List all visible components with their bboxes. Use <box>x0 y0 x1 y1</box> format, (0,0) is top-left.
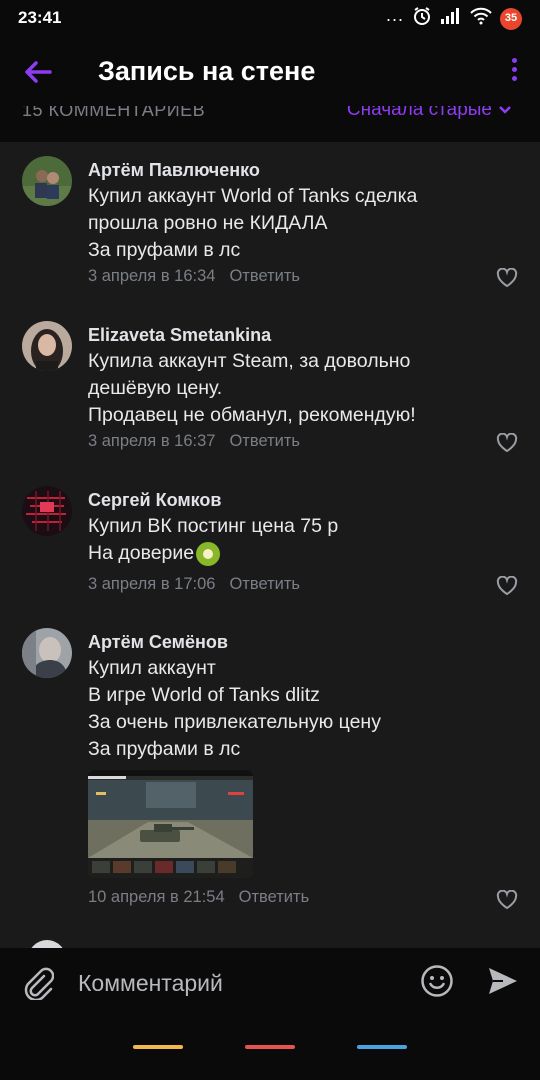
comment-date: 3 апреля в 16:37 <box>88 432 216 450</box>
comment-date: 3 апреля в 17:06 <box>88 575 216 593</box>
comment-author[interactable]: Артём Семёнов <box>88 632 228 653</box>
reply-button[interactable]: Ответить <box>239 888 310 906</box>
comment-meta: 3 апреля в 17:06 Ответить <box>88 575 300 594</box>
status-time: 23:41 <box>18 8 62 27</box>
more-vertical-icon[interactable] <box>510 58 518 86</box>
like-heart-icon[interactable] <box>496 267 518 288</box>
like-heart-icon[interactable] <box>496 889 518 910</box>
avatar[interactable] <box>28 940 66 948</box>
status-icons: ... 35 <box>385 5 522 31</box>
comment-text: Купил аккаунт World of Tanks сделка прош… <box>88 185 418 261</box>
back-arrow-icon[interactable] <box>22 56 54 88</box>
signal-icon <box>440 7 462 30</box>
page-title: Запись на стене <box>98 56 316 86</box>
nav-home-button[interactable] <box>245 1045 295 1049</box>
avatar[interactable] <box>22 321 72 371</box>
battery-badge: 35 <box>500 7 522 30</box>
comment-input[interactable] <box>78 966 398 1000</box>
smile-icon[interactable] <box>420 964 454 998</box>
avatar[interactable] <box>22 156 72 206</box>
comment-date: 10 апреля в 21:54 <box>88 888 225 906</box>
nav-back-button[interactable] <box>357 1045 407 1049</box>
comment-meta: 10 апреля в 21:54 Ответить <box>88 888 309 907</box>
comment-author[interactable]: Elizaveta Smetankina <box>88 325 271 346</box>
wifi-icon <box>470 7 492 30</box>
system-nav-bar <box>0 1018 540 1080</box>
comments-sort-row: 15 КОММЕНТАРИЕВ Сначала старые <box>0 106 540 142</box>
sort-order-button[interactable]: Сначала старые <box>347 106 492 121</box>
comment-meta: 3 апреля в 16:34 Ответить <box>88 267 300 286</box>
kiwi-emoji-icon <box>196 541 221 566</box>
paperclip-icon[interactable] <box>22 966 55 1002</box>
comment-text-line-2: На доверие <box>88 542 195 564</box>
nav-menu-button[interactable] <box>133 1045 183 1049</box>
comment-meta: 3 апреля в 16:37 Ответить <box>88 432 300 451</box>
status-bar: 23:41 ... 35 <box>0 0 540 38</box>
comment-text-line-1: Купил ВК постинг цена 75 р <box>88 515 339 537</box>
comment-author[interactable]: Сергей Комков <box>88 490 221 511</box>
comment-text: Купил аккаунт В игре World of Tanks dlit… <box>88 657 381 760</box>
like-heart-icon[interactable] <box>496 575 518 596</box>
comments-count: 15 КОММЕНТАРИЕВ <box>22 106 206 120</box>
battery-level: 35 <box>504 11 518 24</box>
comment-text: Купил ВК постинг цена 75 р На доверие <box>88 513 338 567</box>
reply-button[interactable]: Ответить <box>229 575 300 593</box>
attachment-thumbnail[interactable] <box>88 770 253 878</box>
reply-button[interactable]: Ответить <box>229 432 300 450</box>
reply-button[interactable]: Ответить <box>229 267 300 285</box>
comments-feed[interactable]: Артём Павлюченко Купил аккаунт World of … <box>0 142 540 948</box>
chevron-down-icon[interactable] <box>498 106 512 114</box>
comment-text: Купила аккаунт Steam, за довольно дешёву… <box>88 350 416 426</box>
like-heart-icon[interactable] <box>496 432 518 453</box>
notification-dots: ... <box>385 5 404 25</box>
send-icon[interactable] <box>486 964 520 998</box>
avatar[interactable] <box>22 486 72 536</box>
avatar[interactable] <box>22 628 72 678</box>
alarm-icon <box>412 6 432 31</box>
app-header: Запись на стене <box>0 38 540 106</box>
comment-composer <box>0 948 540 1018</box>
comment-date: 3 апреля в 16:34 <box>88 267 216 285</box>
comment-author[interactable]: Артём Павлюченко <box>88 160 260 181</box>
